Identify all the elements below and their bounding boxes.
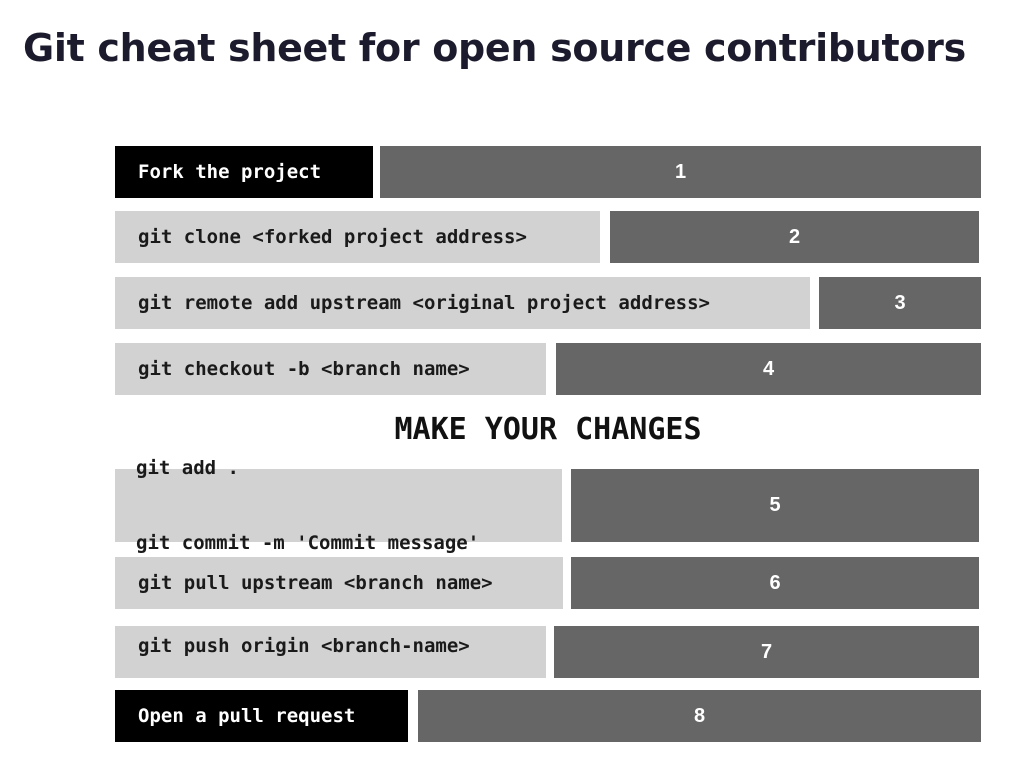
step-7-command: git push origin <branch-name>	[115, 626, 546, 678]
step-6-number: 6	[571, 557, 979, 609]
step-5-command-line-1: git add .	[136, 456, 239, 479]
step-1-command: Fork the project	[115, 146, 373, 198]
step-1-number: 1	[380, 146, 981, 198]
step-7-number: 7	[554, 626, 979, 678]
step-5-command: git add . git commit -m 'Commit message'	[115, 457, 562, 554]
step-3-number: 3	[819, 277, 981, 329]
step-4-command: git checkout -b <branch name>	[115, 343, 546, 395]
step-3-command: git remote add upstream <original projec…	[115, 277, 810, 329]
step-8-command: Open a pull request	[115, 690, 408, 742]
page-title: Git cheat sheet for open source contribu…	[23, 26, 966, 70]
step-2-command: git clone <forked project address>	[115, 211, 600, 263]
step-8-number: 8	[418, 690, 981, 742]
step-5-command-line-2: git commit -m 'Commit message'	[136, 531, 480, 554]
step-6-command: git pull upstream <branch name>	[115, 557, 563, 609]
step-4-number: 4	[556, 343, 981, 395]
step-2-number: 2	[610, 211, 979, 263]
step-5-number: 5	[571, 469, 979, 542]
